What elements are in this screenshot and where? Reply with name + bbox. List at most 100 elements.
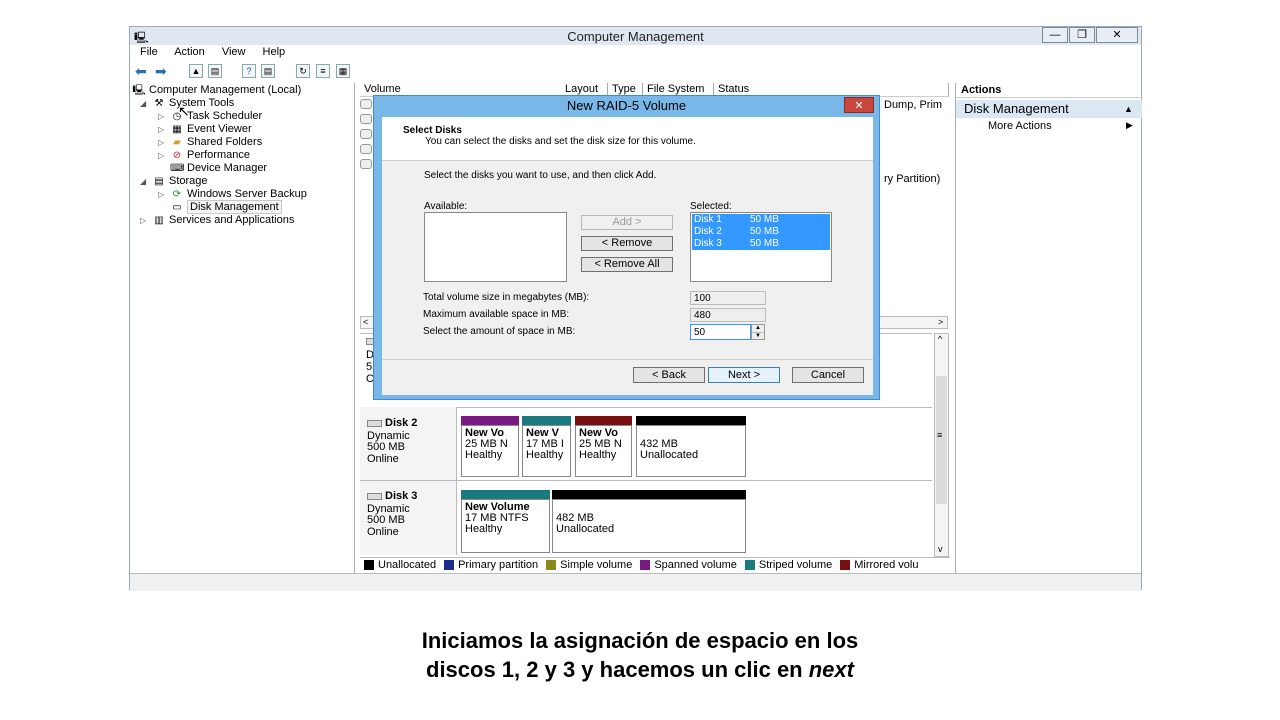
scroll-left-icon[interactable]: < bbox=[363, 317, 368, 327]
menu-view[interactable]: View bbox=[222, 46, 246, 58]
grip-icon: ≡ bbox=[937, 430, 943, 440]
dialog-close-button[interactable]: ✕ bbox=[844, 97, 874, 113]
toolbar: ⬅ ➡ ▲ ▤ ? ▤ ↻ ≡ ▦ bbox=[130, 62, 1141, 82]
more-actions-item[interactable]: More Actions ▶ bbox=[988, 120, 1138, 132]
tree-item-services-apps[interactable]: ▷ ▥ Services and Applications bbox=[140, 214, 294, 227]
scroll-thumb[interactable] bbox=[936, 376, 947, 504]
volume-status-text: Dump, Prim bbox=[884, 99, 943, 111]
volume-block[interactable]: New Volume 17 MB NTFS Healthy bbox=[461, 490, 550, 553]
disk-name: Disk 3 bbox=[367, 491, 417, 502]
collapsed-icon[interactable]: ▷ bbox=[158, 138, 170, 147]
spin-up-icon[interactable]: ▲ bbox=[752, 325, 764, 333]
volume-color-bar bbox=[575, 416, 632, 425]
tree-item-root[interactable]: 🖳 Computer Management (Local) bbox=[132, 84, 301, 97]
volume-block[interactable]: New Vo 25 MB N Healthy bbox=[461, 416, 519, 477]
selected-disk-row[interactable]: Disk 1 50 MB bbox=[692, 214, 830, 226]
scroll-down-icon[interactable]: v bbox=[938, 544, 943, 554]
next-button[interactable]: Next > bbox=[708, 367, 780, 383]
device-manager-icon: ⌨ bbox=[170, 162, 185, 174]
forward-arrow-icon[interactable]: ➡ bbox=[155, 63, 167, 80]
menu-help[interactable]: Help bbox=[263, 46, 286, 58]
scroll-right-icon[interactable]: > bbox=[938, 317, 943, 327]
unallocated-block[interactable]: 432 MB Unallocated bbox=[636, 416, 746, 477]
maximize-button[interactable]: ❐ bbox=[1069, 27, 1095, 43]
cancel-button[interactable]: Cancel bbox=[792, 367, 864, 383]
selected-disks-list[interactable]: Disk 1 50 MB Disk 2 50 MB Disk 3 50 MB bbox=[690, 212, 832, 282]
volume-icon bbox=[360, 159, 372, 169]
remove-all-button[interactable]: < Remove All bbox=[581, 257, 673, 272]
tree-item-device-manager[interactable]: ⌨ Device Manager bbox=[158, 162, 267, 175]
volume-icon bbox=[360, 144, 372, 154]
actions-section-disk-management[interactable]: Disk Management ▲ bbox=[956, 100, 1142, 118]
disk-icon bbox=[367, 492, 382, 500]
back-button[interactable]: < Back bbox=[633, 367, 705, 383]
spin-down-icon[interactable]: ▼ bbox=[752, 333, 764, 340]
amount-spinner[interactable]: ▲ ▼ bbox=[751, 324, 765, 340]
available-disks-list[interactable] bbox=[424, 212, 567, 282]
caption-line-1: Iniciamos la asignación de espacio en lo… bbox=[421, 628, 859, 653]
volume-icon bbox=[360, 129, 372, 139]
wizard-subheading: You can select the disks and set the dis… bbox=[425, 136, 696, 147]
services-icon: ▥ bbox=[154, 214, 164, 226]
selected-disk-row[interactable]: Disk 2 50 MB bbox=[692, 226, 830, 238]
collapsed-icon[interactable]: ▷ bbox=[140, 216, 152, 225]
console-view-icon[interactable]: ▤ bbox=[261, 64, 275, 78]
refresh-icon[interactable]: ↻ bbox=[296, 64, 310, 78]
collapsed-icon[interactable]: ▷ bbox=[158, 112, 170, 121]
volume-color-bar bbox=[636, 416, 746, 425]
tools-icon: ⚒ bbox=[154, 97, 164, 109]
menu-file[interactable]: File bbox=[140, 46, 158, 58]
tree-item-task-scheduler[interactable]: ▷ ◷ Task Scheduler bbox=[158, 110, 262, 123]
legend-swatch bbox=[364, 560, 374, 571]
amount-input[interactable]: 50 bbox=[690, 324, 751, 340]
disk-row-2[interactable]: Disk 2 Dynamic 500 MB Online New Vo 25 MB… bbox=[360, 407, 932, 481]
properties-icon[interactable]: ≡ bbox=[316, 64, 330, 78]
volume-icon bbox=[360, 114, 372, 124]
dialog-body: Select Disks You can select the disks an… bbox=[382, 117, 873, 395]
collapse-up-icon[interactable]: ▲ bbox=[1124, 100, 1133, 118]
tree-item-shared-folders[interactable]: ▷ ▰ Shared Folders bbox=[158, 136, 262, 149]
help-icon[interactable]: ? bbox=[242, 64, 256, 78]
close-button[interactable]: ✕ bbox=[1096, 27, 1138, 43]
back-arrow-icon[interactable]: ⬅ bbox=[135, 63, 147, 80]
volume-block[interactable]: New Vo 25 MB N Healthy bbox=[575, 416, 632, 477]
expanded-icon[interactable]: ◢ bbox=[140, 99, 152, 108]
tree-item-event-viewer[interactable]: ▷ ▦ Event Viewer bbox=[158, 123, 252, 136]
export-list-icon[interactable]: ▦ bbox=[336, 64, 350, 78]
unallocated-block[interactable]: 482 MB Unallocated bbox=[552, 490, 746, 553]
legend-swatch bbox=[744, 560, 755, 571]
volume-block[interactable]: New V 17 MB I Healthy bbox=[522, 416, 571, 477]
tree-item-storage[interactable]: ◢ ▤ Storage bbox=[140, 175, 208, 188]
tree-item-disk-management[interactable]: ▭ Disk Management bbox=[158, 200, 282, 214]
selected-disk-row[interactable]: Disk 3 50 MB bbox=[692, 238, 830, 250]
computer-icon: 🖳 bbox=[132, 84, 146, 96]
collapsed-icon[interactable]: ▷ bbox=[158, 125, 170, 134]
tree-item-performance[interactable]: ▷ ⊘ Performance bbox=[158, 149, 250, 162]
folder-up-icon[interactable]: ▲ bbox=[189, 64, 203, 78]
show-hide-tree-icon[interactable]: ▤ bbox=[208, 64, 222, 78]
max-space-label: Maximum available space in MB: bbox=[423, 309, 570, 320]
caption-emphasis: next bbox=[808, 657, 854, 682]
disk-row-3[interactable]: Disk 3 Dynamic 500 MB Online New Volume 1… bbox=[360, 481, 932, 555]
expanded-icon[interactable]: ◢ bbox=[140, 177, 152, 186]
disk-icon: ▭ bbox=[172, 201, 182, 213]
collapsed-icon[interactable]: ▷ bbox=[158, 190, 170, 199]
amount-label: Select the amount of space in MB: bbox=[423, 326, 576, 337]
status-bar bbox=[130, 573, 1141, 591]
disk-name: Disk 2 bbox=[367, 418, 417, 429]
add-button[interactable]: Add > bbox=[581, 215, 673, 230]
actions-pane: Actions Disk Management ▲ More Actions ▶ bbox=[955, 83, 1142, 575]
scroll-up-icon[interactable]: ^ bbox=[938, 334, 942, 344]
menu-bar: File Action View Help bbox=[130, 45, 1141, 62]
legend-swatch bbox=[840, 560, 851, 571]
selected-label: Selected: bbox=[690, 201, 732, 212]
menu-action[interactable]: Action bbox=[174, 46, 205, 58]
total-size-label: Total volume size in megabytes (MB): bbox=[423, 292, 590, 303]
volume-icon bbox=[360, 99, 372, 109]
submenu-arrow-icon: ▶ bbox=[1126, 120, 1133, 130]
minimize-button[interactable]: — bbox=[1042, 27, 1068, 43]
performance-icon: ⊘ bbox=[172, 149, 182, 161]
remove-button[interactable]: < Remove bbox=[581, 236, 673, 251]
collapsed-icon[interactable]: ▷ bbox=[158, 151, 170, 160]
disk-view-vscrollbar[interactable]: ^ ≡ v bbox=[934, 333, 949, 557]
